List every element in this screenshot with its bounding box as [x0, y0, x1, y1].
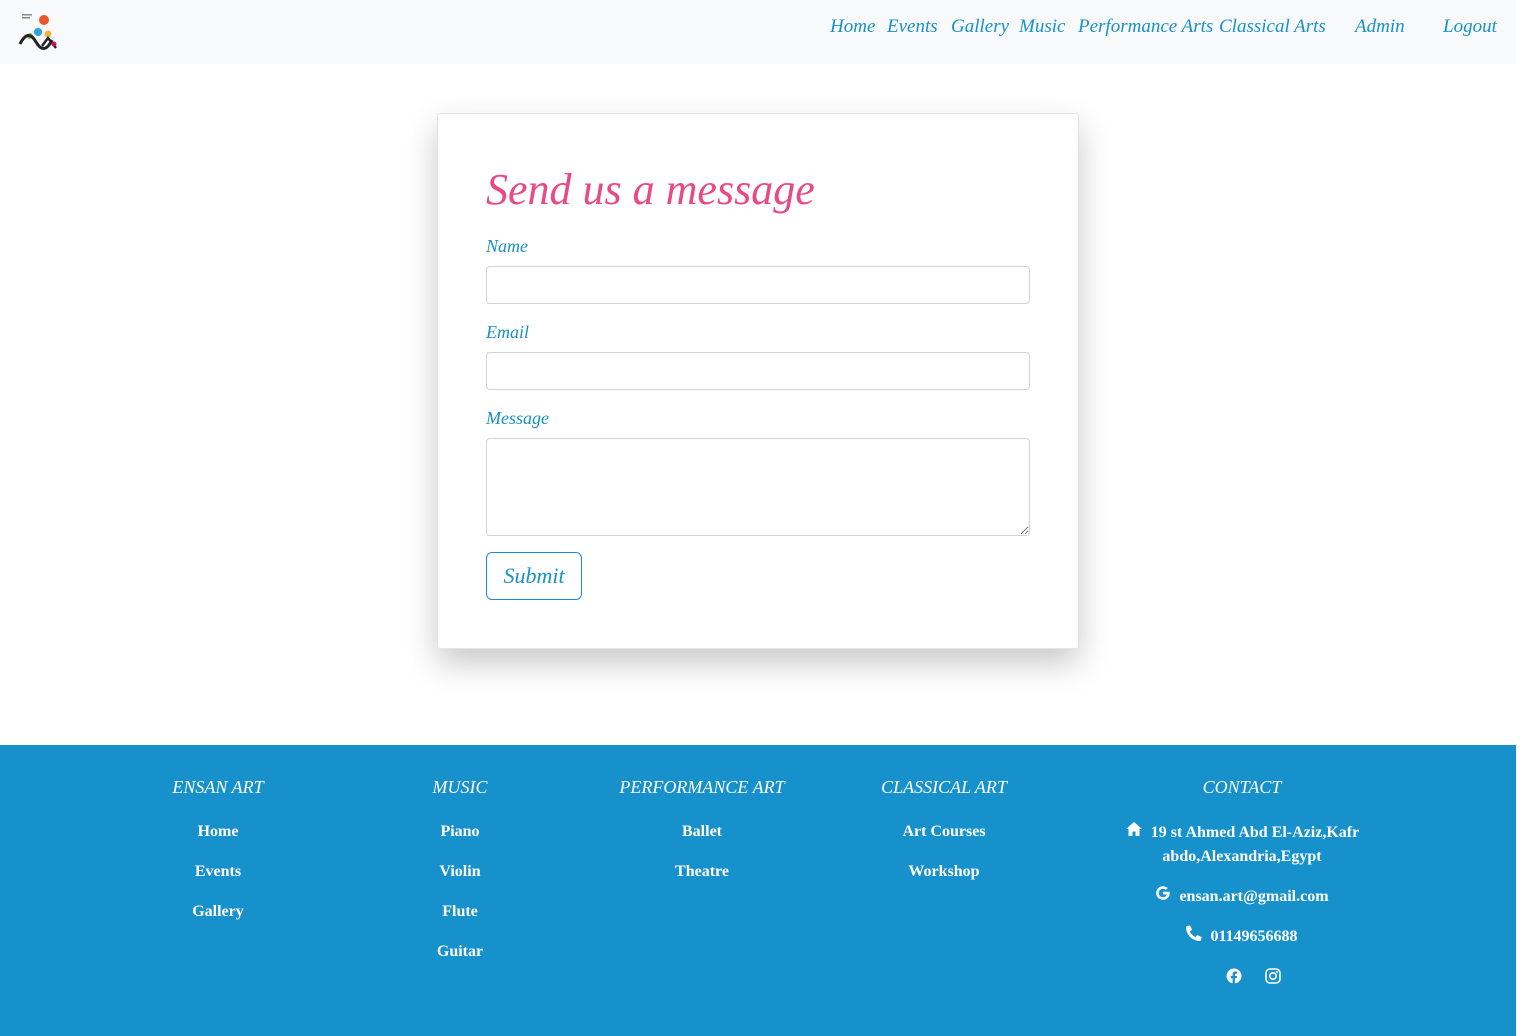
contact-address: 19 st Ahmed Abd El-Aziz,Kafr abdo,Alexan…: [1092, 821, 1392, 869]
footer-link-gallery[interactable]: Gallery: [118, 903, 318, 921]
form-title: Send us a message: [486, 165, 815, 214]
email-label: Email: [486, 322, 529, 342]
contact-email: ensan.art@gmail.com: [1092, 885, 1392, 909]
contact-phone: 01149656688: [1092, 925, 1392, 949]
phone-text[interactable]: 01149656688: [1210, 928, 1297, 945]
navbar: Home Events Gallery Music Performance Ar…: [0, 0, 1516, 64]
footer-heading: Classical Art: [881, 777, 1007, 797]
footer-link-violin[interactable]: Violin: [360, 863, 560, 881]
nav-performance-arts[interactable]: Performance Arts: [1078, 16, 1213, 38]
nav-gallery[interactable]: Gallery: [951, 16, 1009, 38]
name-input[interactable]: [486, 266, 1030, 304]
address-line2: abdo,Alexandria,Egypt: [1162, 848, 1322, 866]
name-label: Name: [486, 236, 528, 256]
footer-link-workshop[interactable]: Workshop: [844, 863, 1044, 881]
footer-heading: Ensan Art: [172, 777, 264, 797]
footer-link-piano[interactable]: Piano: [360, 823, 560, 841]
contact-form-card: Send us a message Name Email Message Sub…: [437, 113, 1079, 649]
email-text[interactable]: ensan.art@gmail.com: [1179, 888, 1328, 905]
address-line1: 19 st Ahmed Abd El-Aziz,Kafr: [1150, 824, 1360, 841]
footer-link-guitar[interactable]: Guitar: [360, 943, 560, 961]
footer-heading: Music: [432, 777, 488, 797]
footer-link-home[interactable]: Home: [118, 823, 318, 841]
facebook-icon: [1226, 968, 1242, 984]
nav-classical-arts[interactable]: Classical Arts: [1219, 16, 1326, 38]
nav-events[interactable]: Events: [887, 16, 938, 38]
facebook-link[interactable]: [1226, 968, 1242, 989]
footer-link-flute[interactable]: Flute: [360, 903, 560, 921]
footer-link-events[interactable]: Events: [118, 863, 318, 881]
nav-logout[interactable]: Logout: [1443, 16, 1497, 38]
logo-graphic: [18, 14, 57, 50]
footer-heading: Contact: [1202, 777, 1282, 797]
message-label: Message: [486, 408, 549, 428]
ensan-logo[interactable]: [16, 10, 64, 54]
footer-link-art-courses[interactable]: Art Courses: [844, 823, 1044, 841]
nav-admin[interactable]: Admin: [1355, 16, 1405, 38]
phone-icon: [1186, 925, 1202, 949]
nav-home[interactable]: Home: [830, 16, 875, 38]
email-input[interactable]: [486, 352, 1030, 390]
home-icon: [1125, 821, 1143, 845]
google-icon: [1155, 885, 1171, 909]
submit-button[interactable]: Submit: [486, 552, 582, 600]
footer-link-ballet[interactable]: Ballet: [602, 823, 802, 841]
message-textarea[interactable]: [486, 438, 1030, 536]
instagram-icon: [1265, 968, 1281, 984]
footer-link-theatre[interactable]: Theatre: [602, 863, 802, 881]
footer: Ensan Art Home Events Gallery Music Pian…: [0, 745, 1516, 1036]
footer-heading: Performance Art: [619, 777, 785, 797]
nav-music[interactable]: Music: [1019, 16, 1065, 38]
instagram-link[interactable]: [1265, 968, 1281, 989]
